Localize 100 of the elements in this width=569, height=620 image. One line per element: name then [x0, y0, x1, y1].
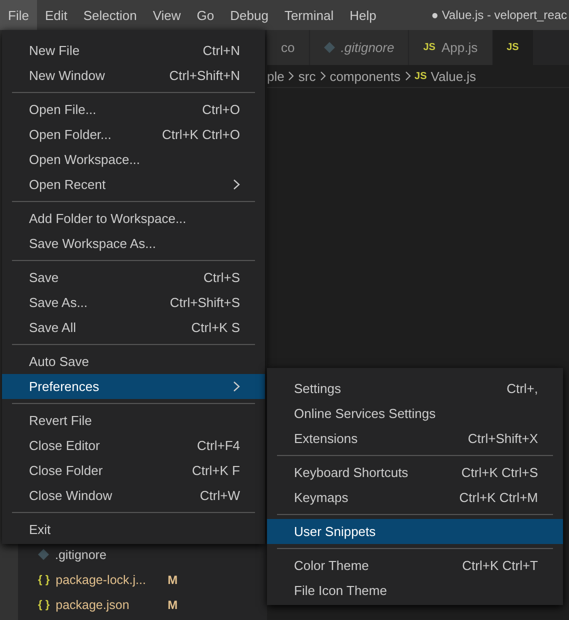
menu-item-label: Close Folder — [29, 463, 104, 478]
menu-item[interactable]: Open Workspace... — [2, 147, 265, 172]
menu-item[interactable]: Settings Ctrl+, — [267, 376, 563, 401]
menu-bar-item[interactable]: Debug — [222, 0, 276, 30]
menu-item[interactable]: Close Folder Ctrl+K F — [2, 458, 265, 483]
menu-bar-item[interactable]: Help — [342, 0, 384, 30]
menu-item-label: Save As... — [29, 295, 89, 310]
menu-item-label: Exit — [29, 522, 52, 537]
menu-item[interactable]: Open Recent — [2, 172, 265, 197]
editor-tab[interactable]: co — [267, 30, 310, 65]
breadcrumb-item[interactable]: src — [298, 68, 316, 84]
menu-item-label: Close Window — [29, 488, 114, 503]
menu-item[interactable]: Color Theme Ctrl+K Ctrl+T — [267, 553, 563, 578]
menu-item[interactable]: Save As... Ctrl+Shift+S — [2, 290, 265, 315]
menu-item-label: File Icon Theme — [294, 583, 388, 598]
shortcut-label: Ctrl+Shift+N — [168, 68, 240, 83]
chevron-right-icon — [233, 179, 240, 190]
tab-label: co — [281, 40, 295, 55]
menu-item-label: User Snippets — [294, 524, 377, 539]
menu-item-label: Open Folder... — [29, 127, 112, 142]
js-icon: JS — [423, 42, 436, 53]
menu-item[interactable]: Online Services Settings — [267, 401, 563, 426]
menu-item-label: Settings — [294, 381, 342, 396]
menu-item[interactable]: New File Ctrl+N — [2, 38, 265, 63]
menu-item-label: Online Services Settings — [294, 406, 437, 421]
file-name: package-lock.j... — [56, 572, 147, 586]
menu-item-label: Open Workspace... — [29, 152, 142, 167]
menu-bar-item[interactable]: Go — [188, 0, 222, 30]
menu-item-label: Auto Save — [29, 354, 90, 369]
shortcut-label: Ctrl+, — [506, 381, 538, 396]
shortcut-label: Ctrl+F4 — [196, 438, 240, 453]
menu-item-label: Keyboard Shortcuts — [294, 465, 410, 480]
shortcut-label: Ctrl+Shift+X — [466, 431, 538, 446]
menu-item-label: Extensions — [294, 431, 359, 446]
menu-item[interactable]: Save Ctrl+S — [2, 265, 265, 290]
menu-item[interactable]: Save All Ctrl+K S — [2, 315, 265, 340]
chevron-right-icon — [288, 71, 294, 81]
menu-item-label: Color Theme — [294, 558, 370, 573]
menu-item[interactable]: Open Folder... Ctrl+K Ctrl+O — [2, 122, 265, 147]
menu-bar-item[interactable]: File — [0, 0, 37, 30]
menu-item-label: New File — [29, 43, 81, 58]
menu-item-label: Save All — [29, 320, 77, 335]
file-name: .gitignore — [55, 548, 108, 562]
menu-item[interactable]: Add Folder to Workspace... — [2, 206, 265, 231]
file-name: package.json — [56, 598, 130, 612]
menu-item-label: Open File... — [29, 102, 98, 117]
menu-bar-item[interactable]: View — [144, 0, 189, 30]
breadcrumb-item[interactable]: Value.js — [430, 68, 476, 84]
chevron-right-icon — [404, 71, 411, 81]
shortcut-label: Ctrl+O — [201, 102, 240, 117]
menu-item[interactable]: Close Editor Ctrl+F4 — [2, 433, 265, 458]
menu-item-label: Add Folder to Workspace... — [29, 211, 188, 226]
shortcut-label: Ctrl+N — [202, 43, 240, 58]
menu-item[interactable]: File Icon Theme — [267, 578, 563, 603]
shortcut-label: Ctrl+K Ctrl+M — [458, 490, 538, 505]
file-row[interactable]: { } package-lock.j... M — [18, 567, 267, 592]
diamond-icon — [324, 42, 335, 53]
breadcrumb-item[interactable]: components — [330, 68, 401, 84]
menu-item[interactable]: Close Window Ctrl+W — [2, 483, 265, 508]
menu-item[interactable]: Save Workspace As... — [2, 231, 265, 256]
menu-item[interactable]: Revert File — [2, 408, 265, 433]
editor-tab[interactable]: JS App.js — [409, 30, 493, 65]
window-title: ● Value.js - velopert_reac — [430, 7, 568, 24]
menu-item-label: Preferences — [29, 379, 100, 394]
shortcut-label: Ctrl+S — [202, 270, 240, 285]
tab-label: .gitignore — [340, 40, 394, 55]
editor-tab[interactable]: JS — [492, 30, 534, 65]
menu-item[interactable]: User Snippets — [267, 519, 563, 544]
editor-tab[interactable]: .gitignore — [310, 30, 410, 65]
menu-item-label: Open Recent — [29, 177, 107, 192]
json-icon: { } — [38, 598, 50, 612]
menu-bar-item[interactable]: Selection — [75, 0, 145, 30]
menu-item[interactable]: Exit — [2, 517, 265, 542]
chevron-right-icon — [320, 71, 326, 81]
shortcut-label: Ctrl+K S — [190, 320, 240, 335]
menu-bar-item[interactable]: Terminal — [276, 0, 342, 30]
menu-item[interactable]: Preferences — [2, 374, 265, 399]
menu-item[interactable]: New Window Ctrl+Shift+N — [2, 63, 265, 88]
js-icon: JS — [414, 70, 427, 82]
menu-item-label: New Window — [29, 68, 106, 83]
breadcrumb-item[interactable]: ple — [267, 68, 284, 84]
menu-item[interactable]: Extensions Ctrl+Shift+X — [267, 426, 563, 451]
menu-item-label: Keymaps — [294, 490, 350, 505]
menu-item[interactable]: Open File... Ctrl+O — [2, 97, 265, 122]
shortcut-label: Ctrl+Shift+S — [168, 295, 240, 310]
tab-label: App.js — [441, 40, 478, 55]
shortcut-label: Ctrl+K F — [190, 463, 240, 478]
menu-item[interactable]: Auto Save — [2, 349, 265, 374]
status-label: M — [168, 598, 178, 612]
file-row[interactable]: .gitignore — [18, 542, 267, 567]
shortcut-label: Ctrl+K Ctrl+T — [461, 558, 538, 573]
menu-item[interactable]: Keymaps Ctrl+K Ctrl+M — [267, 485, 563, 510]
json-icon: { } — [38, 572, 50, 586]
shortcut-label: Ctrl+K Ctrl+S — [460, 465, 538, 480]
menu-item[interactable]: Keyboard Shortcuts Ctrl+K Ctrl+S — [267, 460, 563, 485]
menu-bar-item[interactable]: Edit — [36, 0, 76, 30]
menu-item-label: Revert File — [29, 413, 93, 428]
menu-item-label: Save — [29, 270, 60, 285]
file-row[interactable]: { } package.json M — [18, 592, 267, 617]
shortcut-label: Ctrl+W — [198, 488, 240, 503]
